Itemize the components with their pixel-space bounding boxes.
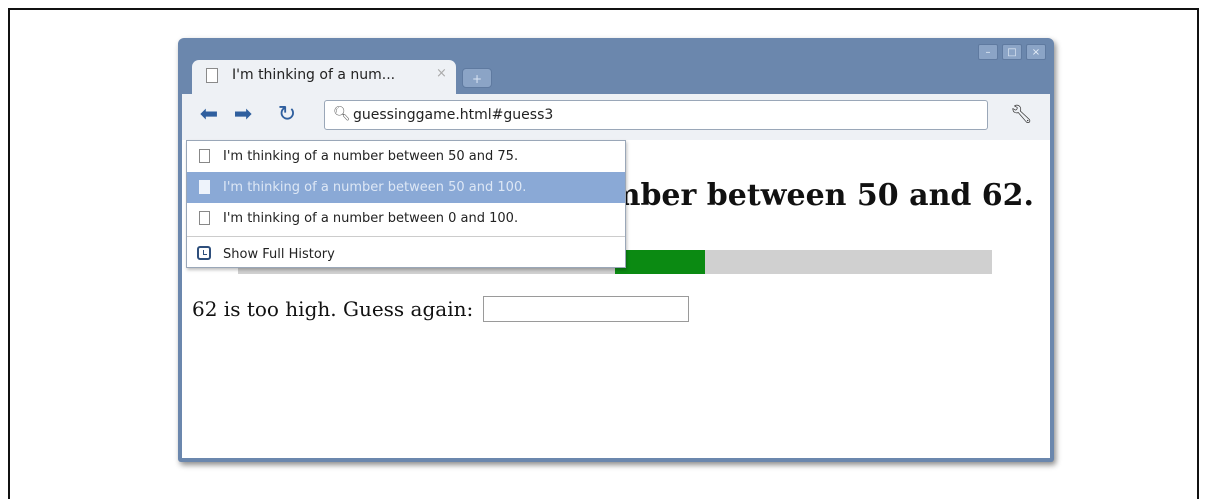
new-tab-button[interactable]: +: [462, 68, 492, 88]
show-full-history-item[interactable]: Show Full History: [187, 239, 625, 269]
url-text: guessinggame.html#guess3: [353, 107, 554, 123]
page-icon: [199, 149, 210, 163]
minimize-icon[interactable]: –: [978, 44, 998, 60]
window-controls: – □ ×: [978, 44, 1046, 60]
search-icon: 🔍︎: [333, 106, 351, 122]
wrench-icon[interactable]: 🔧︎: [1010, 104, 1033, 125]
title-bar: I'm thinking of a num... × + – □ ×: [178, 38, 1054, 94]
history-clock-icon: [197, 246, 211, 260]
page-icon: [199, 211, 210, 225]
show-full-history-label: Show Full History: [223, 246, 335, 262]
tab-title: I'm thinking of a num...: [232, 67, 396, 83]
page-icon: [199, 180, 210, 194]
guess-message: 62 is too high. Guess again:: [192, 297, 474, 321]
range-bar-fill: [615, 250, 706, 274]
tab-close-icon[interactable]: ×: [436, 66, 447, 81]
back-arrow-icon[interactable]: ⬅: [196, 102, 222, 128]
history-item[interactable]: I'm thinking of a number between 50 and …: [187, 141, 625, 172]
history-item-selected[interactable]: I'm thinking of a number between 50 and …: [187, 172, 625, 203]
divider: [187, 236, 625, 237]
history-item-label: I'm thinking of a number between 50 and …: [223, 149, 519, 164]
address-bar[interactable]: 🔍︎ guessinggame.html#guess3: [324, 100, 988, 130]
history-item-label: I'm thinking of a number between 0 and 1…: [223, 211, 519, 226]
guess-row: 62 is too high. Guess again:: [192, 296, 690, 322]
maximize-icon[interactable]: □: [1002, 44, 1022, 60]
history-item-label: I'm thinking of a number between 50 and …: [223, 180, 527, 195]
forward-arrow-icon[interactable]: ➡: [230, 102, 256, 128]
reload-icon[interactable]: ↻: [274, 102, 300, 128]
history-item[interactable]: I'm thinking of a number between 0 and 1…: [187, 203, 625, 234]
history-dropdown: I'm thinking of a number between 50 and …: [186, 140, 626, 268]
guess-input[interactable]: [483, 296, 690, 322]
page-icon: [206, 68, 218, 83]
close-icon[interactable]: ×: [1026, 44, 1046, 60]
browser-tab[interactable]: I'm thinking of a num... ×: [192, 60, 456, 94]
browser-toolbar: ⬅ ➡ ↻ 🔍︎ guessinggame.html#guess3 🔧︎: [182, 94, 1050, 140]
